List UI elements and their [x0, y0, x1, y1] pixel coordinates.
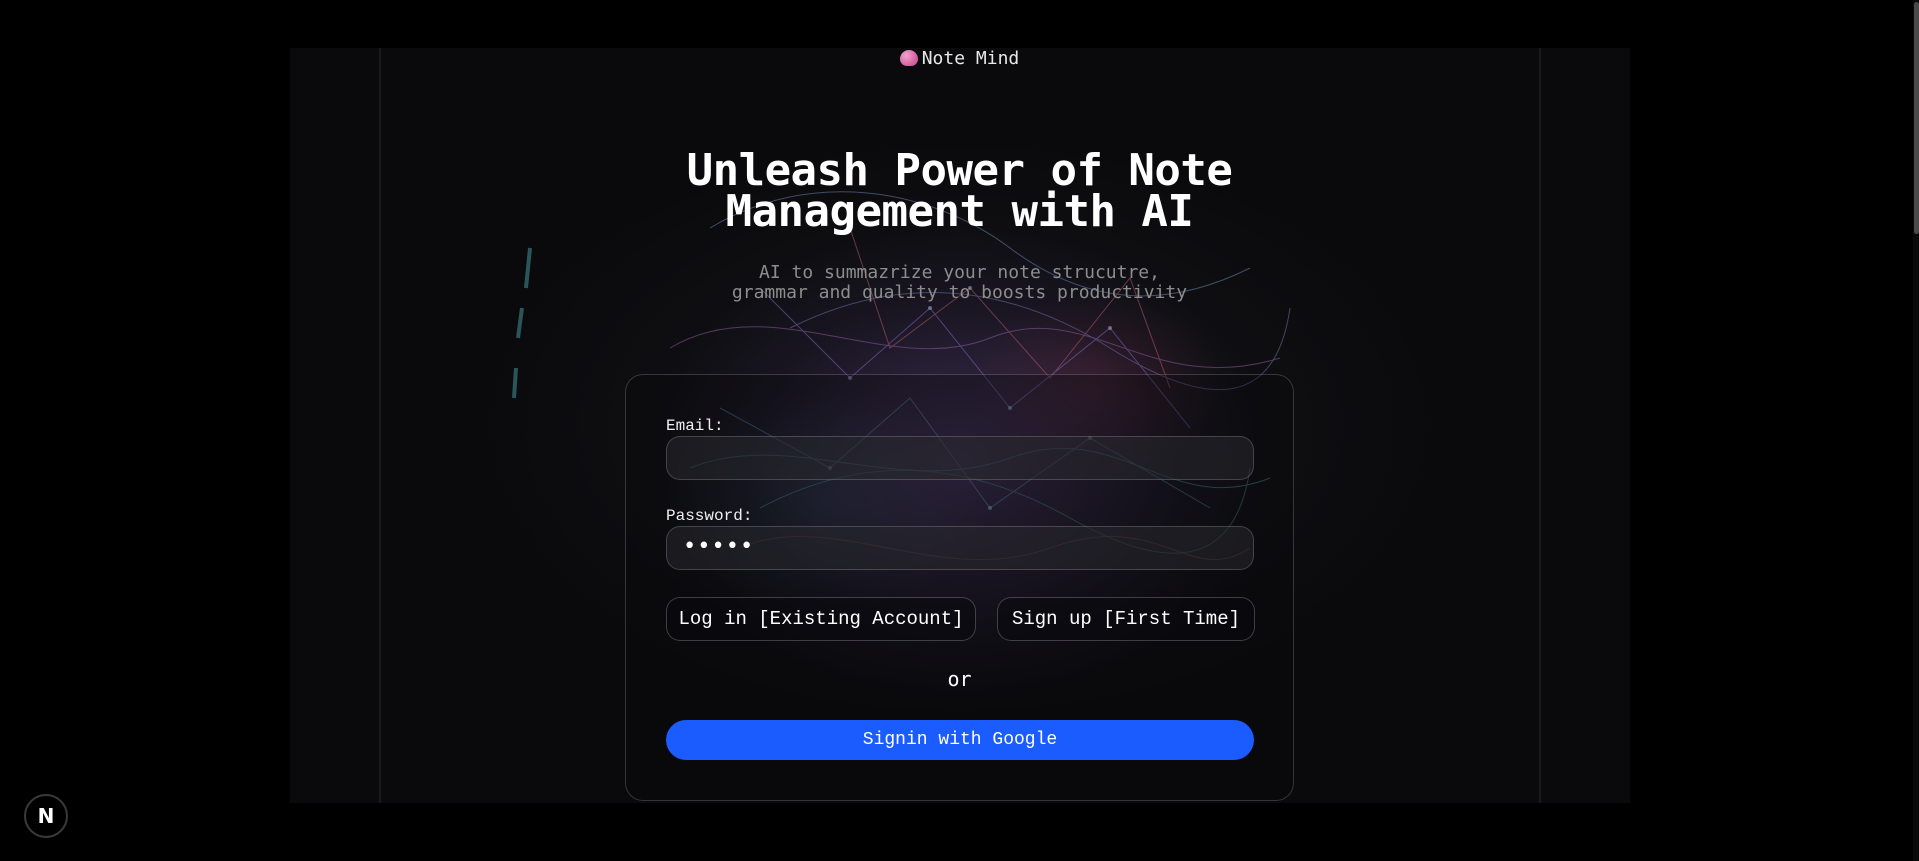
password-masked-value: •••••: [683, 534, 755, 559]
email-field[interactable]: [666, 436, 1254, 480]
hero-subtitle: AI to summazrize your note strucutre, gr…: [0, 263, 1919, 303]
brain-icon: [899, 50, 918, 66]
brand-name: Note Mind: [921, 48, 1020, 69]
headline-line-2: Management with AI: [725, 186, 1194, 237]
password-label: Password:: [666, 507, 753, 525]
auth-card: Email: Password: ••••• Log in [Existing …: [625, 374, 1294, 801]
signup-button[interactable]: Sign up [First Time]: [997, 597, 1255, 641]
subtitle-line-1: AI to summazrize your note strucutre,: [759, 262, 1160, 283]
or-divider: or: [947, 667, 972, 691]
scrollbar-thumb[interactable]: [1914, 2, 1919, 234]
email-label: Email:: [666, 417, 724, 435]
nextjs-icon[interactable]: N: [24, 794, 68, 838]
page: Note Mind Unleash Power of Note Manageme…: [0, 0, 1919, 861]
hero-headline: Unleash Power of Note Management with AI: [0, 145, 1919, 237]
scrollbar[interactable]: [1913, 0, 1919, 861]
subtitle-line-2: grammar and quality to boosts productivi…: [731, 282, 1188, 303]
google-signin-button[interactable]: Signin with Google: [666, 720, 1254, 760]
headline-line-1: Unleash Power of Note: [686, 145, 1233, 196]
dev-badge-label: N: [37, 804, 55, 828]
login-button[interactable]: Log in [Existing Account]: [666, 597, 976, 641]
brand: Note Mind: [0, 48, 1919, 69]
